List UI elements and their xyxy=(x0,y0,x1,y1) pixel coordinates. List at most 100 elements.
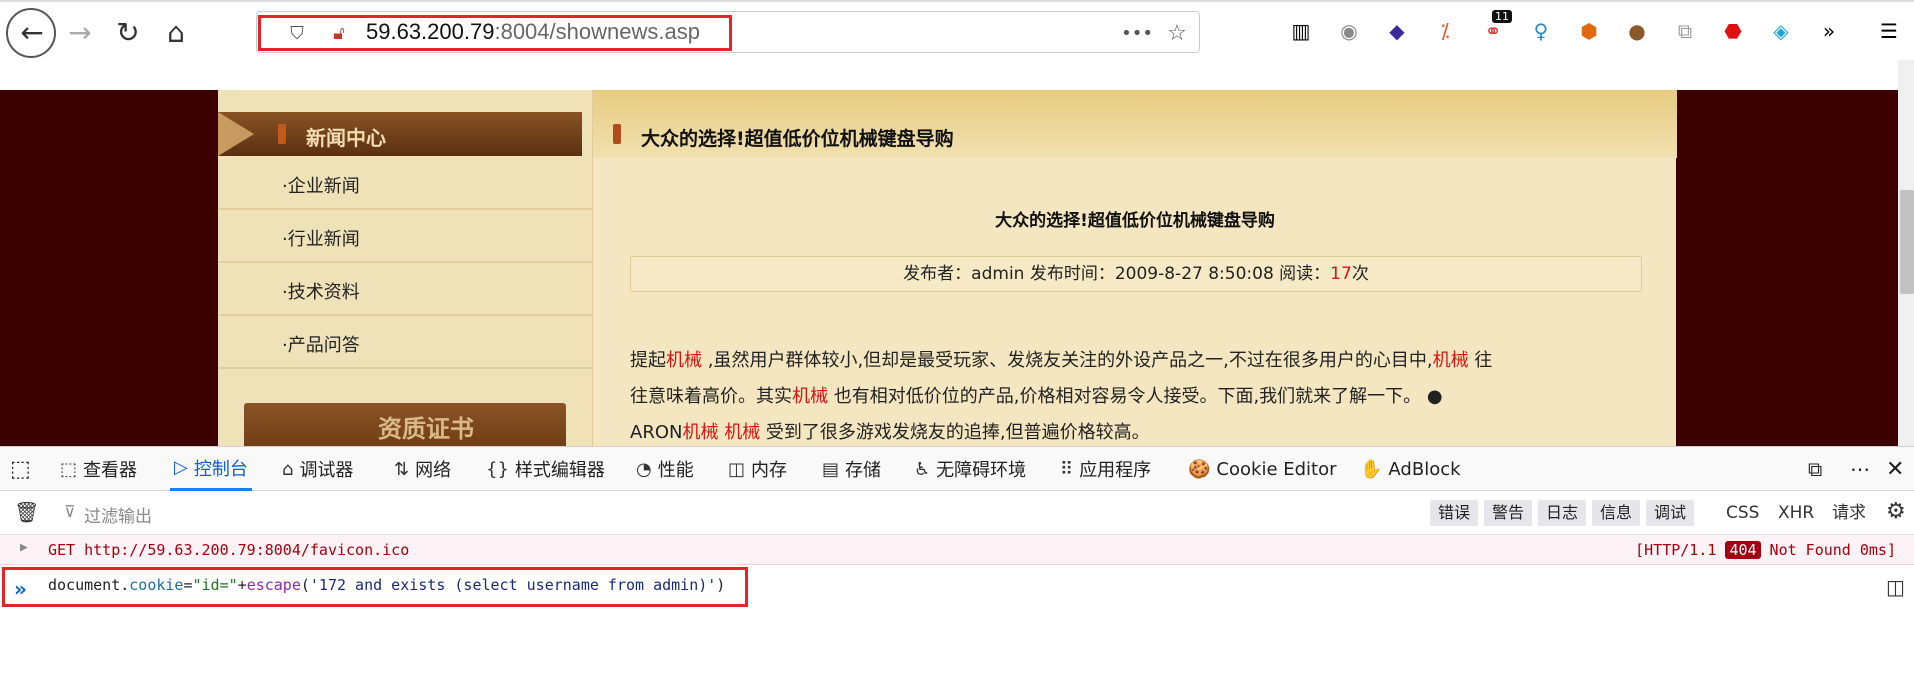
tab-label: 调试器 xyxy=(299,460,354,481)
sidebar-icon[interactable]: ▥ xyxy=(1286,16,1316,46)
tab-accessibility[interactable]: ♿ 无障碍环境 xyxy=(914,447,1026,491)
tab-label: 内存 xyxy=(751,460,788,481)
site-container: 新闻中心 ·企业新闻 ·行业新闻 ·技术资料 ·产品问答 资质证书 大众的选择!… xyxy=(218,90,1677,446)
sidebar-item-product-qa[interactable]: ·产品问答 xyxy=(218,317,592,369)
element-picker-icon[interactable]: ⬚ xyxy=(10,447,31,491)
cookie-icon: 🍪 xyxy=(1188,458,1211,480)
extension-badge: 11 xyxy=(1492,10,1512,23)
percent-extension-icon[interactable]: ⁒ xyxy=(1430,16,1460,46)
keyword-link[interactable]: 机械 xyxy=(666,350,702,371)
dock-side-icon[interactable]: ⧉ xyxy=(1808,447,1822,491)
tab-console[interactable]: ▷ 控制台 xyxy=(170,447,252,491)
read-count: 17 xyxy=(1330,264,1352,284)
console-error-message[interactable]: ▶ GET http://59.63.200.79:8004/favicon.i… xyxy=(0,535,1914,565)
sidebar-item-label[interactable]: ·产品问答 xyxy=(282,331,360,357)
certificate-banner[interactable]: 资质证书 xyxy=(244,403,566,446)
tab-inspector[interactable]: ⬚ 查看器 xyxy=(60,447,137,491)
home-button[interactable]: ⌂ xyxy=(154,10,198,54)
reload-button[interactable]: ↻ xyxy=(106,10,150,54)
error-status: [HTTP/1.1 404 Not Found 0ms] xyxy=(1635,541,1896,559)
tab-cookie-editor[interactable]: 🍪 Cookie Editor xyxy=(1188,447,1337,491)
level-info-button[interactable]: 信息 xyxy=(1592,500,1641,526)
article-header: 大众的选择!超值低价位机械键盘导购 xyxy=(593,90,1677,158)
arrow-decoration-icon xyxy=(218,112,254,156)
gauge-icon: ◔ xyxy=(636,458,652,480)
sidebar-item-label[interactable]: ·企业新闻 xyxy=(282,172,360,198)
page-viewport: 新闻中心 ·企业新闻 ·行业新闻 ·技术资料 ·产品问答 资质证书 大众的选择!… xyxy=(0,90,1914,446)
sidebar-item-label[interactable]: ·行业新闻 xyxy=(282,225,360,251)
storage-icon: ▤ xyxy=(822,458,840,480)
fox-extension-icon[interactable]: ⬢ xyxy=(1574,16,1604,46)
tab-label: 性能 xyxy=(657,460,694,481)
tab-storage[interactable]: ▤ 存储 xyxy=(822,447,881,491)
tab-debugger[interactable]: ⌂ 调试器 xyxy=(282,447,353,491)
bullet-icon xyxy=(613,124,621,144)
level-warning-button[interactable]: 警告 xyxy=(1484,500,1533,526)
devtools-panel: ⬚ ⬚ 查看器 ▷ 控制台 ⌂ 调试器 ⇅ 网络 {} 样式编辑器 ◔ 性能 ◫ 内存 ▤ 存储… xyxy=(0,446,1914,698)
layers-extension-icon[interactable]: ◆ xyxy=(1382,16,1412,46)
devtools-tabbar: ⬚ ⬚ 查看器 ▷ 控制台 ⌂ 调试器 ⇅ 网络 {} 样式编辑器 ◔ 性能 ◫ 内存 ▤ 存储… xyxy=(0,447,1914,491)
tab-label: 查看器 xyxy=(83,460,138,481)
sidebar-title: 新闻中心 xyxy=(306,126,386,150)
grid-icon: ⠿ xyxy=(1060,458,1074,480)
tab-label: AdBlock xyxy=(1388,458,1461,480)
sidebar-item-industry-news[interactable]: ·行业新闻 xyxy=(218,211,592,263)
cube-extension-icon[interactable]: ◈ xyxy=(1766,16,1796,46)
cookie-extension-icon[interactable]: ● xyxy=(1622,16,1652,46)
type-xhr-button[interactable]: XHR xyxy=(1778,500,1814,526)
settings-gear-icon[interactable]: ⚙ xyxy=(1886,499,1906,524)
hamburger-menu-icon[interactable]: ☰ xyxy=(1874,16,1904,46)
tab-style-editor[interactable]: {} 样式编辑器 xyxy=(486,447,605,491)
console-input[interactable]: document.cookie="id="+escape('172 and ex… xyxy=(48,576,725,594)
tab-network[interactable]: ⇅ 网络 xyxy=(394,447,451,491)
news-sidebar: 新闻中心 ·企业新闻 ·行业新闻 ·技术资料 ·产品问答 资质证书 xyxy=(218,90,592,446)
browser-toolbar: ← → ↻ ⌂ ⛉ 🔓︎ 59.63.200.79:8004/shownews.… xyxy=(0,0,1914,90)
level-debug-button[interactable]: 调试 xyxy=(1646,500,1695,526)
accessibility-icon: ♿ xyxy=(914,458,931,480)
keyword-link[interactable]: 机械 xyxy=(682,422,718,443)
sidebar-item-label[interactable]: ·技术资料 xyxy=(282,278,360,304)
type-css-button[interactable]: CSS xyxy=(1726,500,1759,526)
adblock-extension-icon[interactable]: ⬣ xyxy=(1718,16,1748,46)
level-error-button[interactable]: 错误 xyxy=(1430,500,1479,526)
inspector-icon: ⬚ xyxy=(60,458,78,480)
memory-chip-icon: ◫ xyxy=(728,458,746,480)
tab-application[interactable]: ⠿ 应用程序 xyxy=(1060,447,1151,491)
level-log-button[interactable]: 日志 xyxy=(1538,500,1587,526)
forward-button[interactable]: → xyxy=(58,10,102,54)
puzzle-extension-icon[interactable]: ⧉ xyxy=(1670,16,1700,46)
sidebar-item-tech-docs[interactable]: ·技术资料 xyxy=(218,264,592,316)
tab-performance[interactable]: ◔ 性能 xyxy=(636,447,694,491)
expand-triangle-icon[interactable]: ▶ xyxy=(20,540,28,555)
tab-label: 网络 xyxy=(415,460,452,481)
close-devtools-icon[interactable]: ✕ xyxy=(1886,447,1904,491)
certificate-label: 资质证书 xyxy=(378,415,474,443)
tab-label: 应用程序 xyxy=(1079,460,1152,481)
type-requests-button[interactable]: 请求 xyxy=(1832,500,1866,526)
more-options-icon[interactable]: ⋯ xyxy=(1850,447,1870,491)
keyword-link[interactable]: 机械 xyxy=(1433,350,1469,371)
tab-adblock[interactable]: ✋ AdBlock xyxy=(1360,447,1461,491)
console-icon: ▷ xyxy=(174,457,188,478)
editor-mode-icon[interactable]: ◫ xyxy=(1886,575,1905,599)
tab-memory[interactable]: ◫ 内存 xyxy=(728,447,787,491)
tab-label: Cookie Editor xyxy=(1216,458,1337,480)
tab-label: 无障碍环境 xyxy=(936,460,1027,481)
keyword-link[interactable]: 机械 xyxy=(792,386,828,407)
back-arrow-icon: ← xyxy=(20,15,44,49)
record-icon[interactable]: ◉ xyxy=(1334,16,1364,46)
trash-icon[interactable]: 🗑︎ xyxy=(14,500,39,524)
article-line-3: ARON机械 机械 受到了很多游戏发烧友的追捧,但普遍价格较高。 xyxy=(630,422,1150,443)
page-actions-button[interactable]: ••• xyxy=(1121,20,1153,46)
keyword-link[interactable]: 机械 xyxy=(724,422,760,443)
article-line-1: 提起机械 ,虽然用户群体较小,但却是最受玩家、发烧友关注的外设产品之一,不过在很… xyxy=(630,350,1493,371)
overflow-chevron-icon[interactable]: » xyxy=(1814,16,1844,46)
filter-input[interactable]: 过滤输出 xyxy=(84,502,152,527)
sidebar-item-company-news[interactable]: ·企业新闻 xyxy=(218,158,592,210)
bookmark-star-icon[interactable]: ☆ xyxy=(1164,20,1190,46)
scrollbar-thumb[interactable] xyxy=(1900,190,1914,294)
article-line-2: 往意味着高价。其实机械 也有相对低价位的产品,价格相对容易令人接受。下面,我们就… xyxy=(630,386,1443,407)
pin-extension-icon[interactable]: ♀ xyxy=(1526,16,1556,46)
article-header-title: 大众的选择!超值低价位机械键盘导购 xyxy=(641,128,954,150)
error-request-text[interactable]: GET http://59.63.200.79:8004/favicon.ico xyxy=(48,541,409,559)
